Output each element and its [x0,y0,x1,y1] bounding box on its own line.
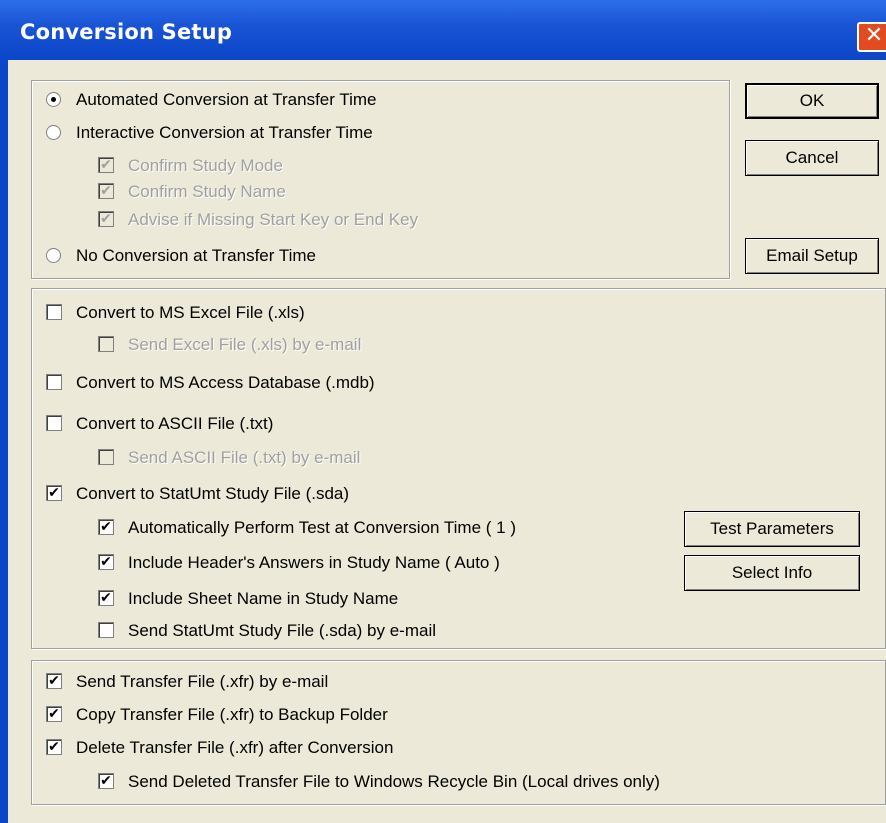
dialog-body: Automated Conversion at Transfer Time In… [8,60,886,823]
title-bar: Conversion Setup ✕ [0,0,886,60]
checkbox-label: Send Deleted Transfer File to Windows Re… [128,772,660,791]
cancel-button[interactable]: Cancel [745,140,879,176]
checkbox-label: Automatically Perform Test at Conversion… [128,518,516,537]
checkbox-label: Send Excel File (.xls) by e-mail [128,335,362,354]
checkbox-label: Advise if Missing Start Key or End Key [128,210,419,229]
radio-selected-dot [51,97,56,102]
checkbox-box [98,449,114,465]
window-frame [0,60,8,823]
check-icon: ✔ [98,211,114,227]
checkbox-label: Send StatUmt Study File (.sda) by e-mail [128,621,437,640]
checkbox-box[interactable] [46,304,62,320]
check-icon[interactable]: ✔ [98,519,114,535]
checkbox-label: Include Header's Answers in Study Name (… [128,553,500,572]
check-icon[interactable]: ✔ [46,673,62,689]
radio-button[interactable] [46,125,61,140]
checkbox-label: Copy Transfer File (.xfr) to Backup Fold… [76,705,388,724]
check-icon[interactable]: ✔ [98,554,114,570]
radio-button[interactable] [46,248,61,263]
checkbox-label: Send Transfer File (.xfr) by e-mail [76,672,329,691]
email-setup-button[interactable]: Email Setup [745,238,879,274]
checkbox-label: Confirm Study Name [128,182,286,201]
checkbox-box[interactable] [46,415,62,431]
check-icon[interactable]: ✔ [46,739,62,755]
ok-button[interactable]: OK [745,83,879,119]
checkbox-label: Confirm Study Mode [128,156,283,175]
check-icon[interactable]: ✔ [98,590,114,606]
check-icon[interactable]: ✔ [46,706,62,722]
test-parameters-button[interactable]: Test Parameters [684,511,860,547]
radio-label: Interactive Conversion at Transfer Time [76,123,373,142]
checkbox-box[interactable] [46,374,62,390]
select-info-button[interactable]: Select Info [684,555,860,591]
checkbox-box[interactable] [98,622,114,638]
check-icon: ✔ [98,157,114,173]
radio-label: No Conversion at Transfer Time [76,246,316,265]
check-icon[interactable]: ✔ [46,485,62,501]
checkbox-label: Delete Transfer File (.xfr) after Conver… [76,738,394,757]
checkbox-label: Convert to ASCII File (.txt) [76,414,274,433]
checkbox-label: Include Sheet Name in Study Name [128,589,399,608]
check-icon[interactable]: ✔ [98,773,114,789]
radio-button[interactable] [46,92,61,107]
checkbox-label: Convert to MS Excel File (.xls) [76,303,305,322]
checkbox-label: Convert to MS Access Database (.mdb) [76,373,375,392]
close-icon: ✕ [864,23,884,48]
checkbox-label: Send ASCII File (.txt) by e-mail [128,448,361,467]
radio-label: Automated Conversion at Transfer Time [76,90,377,109]
checkbox-box [98,336,114,352]
check-icon: ✔ [98,183,114,199]
close-button[interactable]: ✕ [857,22,886,52]
checkbox-label: Convert to StatUmt Study File (.sda) [76,484,350,503]
window-title: Conversion Setup [20,20,233,44]
